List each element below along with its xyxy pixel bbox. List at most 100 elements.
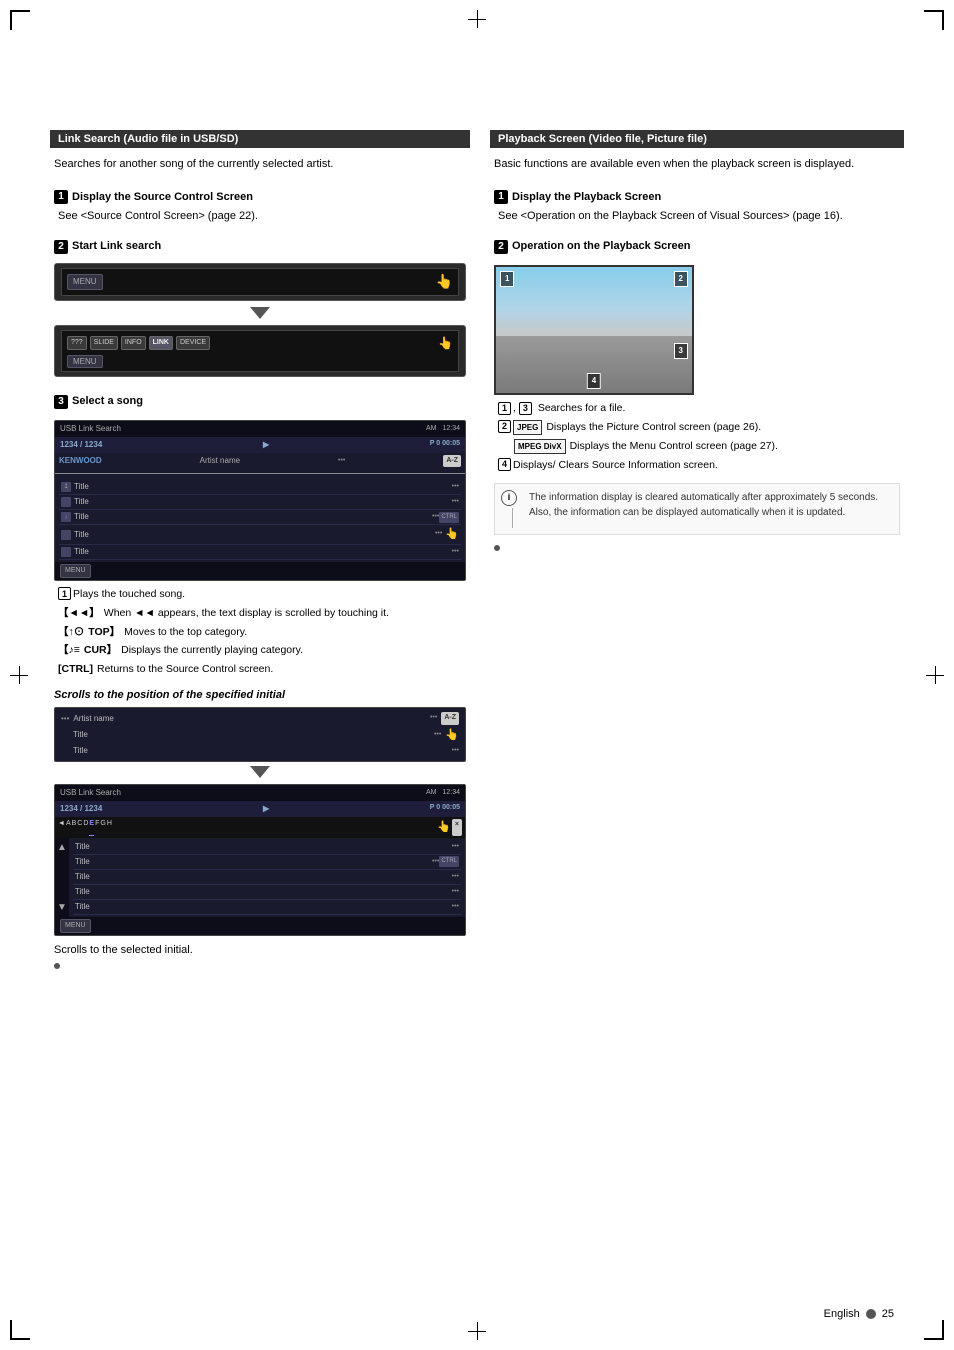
left-step2: 2 Start Link search [54, 238, 161, 255]
usb-list-item: 1 Title ••• [59, 480, 461, 495]
alphabet-row: ◄ A B C D E F G H 👆 × [55, 817, 465, 838]
alpha-item-4: Title [75, 886, 452, 898]
small-title-1: Title [61, 729, 430, 741]
usb-kenwood-logo: KENWOOD [59, 455, 102, 467]
alpha-d[interactable]: D [83, 819, 88, 836]
alpha-c[interactable]: C [77, 819, 82, 836]
btn-device[interactable]: DEVICE [176, 336, 210, 351]
crosshair-bottom [468, 1322, 486, 1340]
usb-artist-row: KENWOOD Artist name ••• A-Z [55, 453, 465, 470]
menu-screen-mockup-2: ??? SLIDE INFO LINK DEVICE 👆 MENU [54, 325, 466, 378]
usb-list-item: Title ••• [59, 545, 461, 560]
sky-area [496, 267, 692, 336]
right-step2-num: 2 [494, 240, 508, 254]
bullet-label-top: TOP】 [88, 625, 120, 640]
info-note: i The information display is cleared aut… [494, 483, 900, 535]
left-intro: Searches for another song of the current… [54, 156, 466, 173]
pb-bullet-mpeg: MPEG DivX Displays the Menu Control scre… [498, 439, 900, 454]
item-label-1: Title [74, 481, 452, 493]
alpha-list-item: Title ••• [73, 840, 461, 855]
alpha-dots-5: ••• [452, 902, 459, 913]
alpha-item-3: Title [75, 871, 452, 883]
usb-list-item: Title ••• 👆 [59, 525, 461, 545]
pb-text-mpeg: Displays the Menu Control screen (page 2… [570, 439, 778, 454]
left-step3: 3 Select a song [54, 393, 143, 410]
page-footer: English 25 [824, 1308, 894, 1320]
scrolls-caption: Scrolls to the selected initial. [54, 942, 466, 959]
small-dots-2: ••• [452, 746, 459, 757]
pb-badge-3: 3 [674, 343, 688, 359]
usb-progress: P 0 00:05 [430, 439, 460, 451]
small-artist-dots: ••• [61, 713, 69, 725]
small-screen-1: ••• Artist name ••• A-Z Title ••• 👆 Titl… [54, 707, 466, 762]
btn-slide[interactable]: SLIDE [90, 336, 118, 351]
small-dots-1: ••• [434, 730, 441, 741]
usb-alpha-am: AM [426, 788, 437, 799]
alpha-f[interactable]: F [95, 819, 99, 836]
scrolls-heading: Scrolls to the position of the specified… [54, 687, 466, 704]
right-section-body: Basic functions are available even when … [490, 156, 904, 551]
usb-alpha-title: USB Link Search [60, 787, 121, 799]
usb-am-badge: AM [426, 424, 437, 435]
alpha-h[interactable]: H [107, 819, 112, 836]
right-intro: Basic functions are available even when … [494, 156, 900, 173]
pb-text-1: Searches for a file. [538, 401, 626, 416]
usb-bottom-bar: MENU [55, 562, 465, 581]
crosshair-left [10, 666, 28, 684]
usb-alpha-title-bar: 1234 / 1234 ▶ P 0 00:05 [55, 801, 465, 817]
small-artist-label: Artist name [73, 713, 426, 725]
bullet-icon-top: 【↑⊙ [58, 625, 84, 640]
usb-separator [55, 473, 465, 474]
alpha-dots-2: ••• [432, 857, 439, 868]
pb-text-4: Displays/ Clears Source Information scre… [513, 458, 718, 473]
usb-menu-btn[interactable]: MENU [60, 564, 91, 579]
small-az-badge: A-Z [441, 712, 459, 725]
alpha-e[interactable]: E [89, 819, 94, 836]
info-note-inner: i The information display is cleared aut… [501, 490, 893, 528]
arrow-down-1 [250, 307, 270, 319]
btn-link[interactable]: LINK [149, 336, 173, 351]
alpha-b[interactable]: B [72, 819, 77, 836]
pb-bullet-4: 4 Displays/ Clears Source Information sc… [498, 458, 900, 473]
main-content: Link Search (Audio file in USB/SD) Searc… [50, 130, 904, 969]
btn-info[interactable]: INFO [121, 336, 146, 351]
item-icon-4 [61, 530, 71, 540]
item-icon-5 [61, 547, 71, 557]
right-step1-sub: See <Operation on the Playback Screen of… [498, 209, 900, 224]
menu-screen-inner-2: ??? SLIDE INFO LINK DEVICE 👆 MENU [61, 330, 459, 373]
step3-label: Select a song [72, 393, 143, 410]
playback-bullet-list: 1, 3 Searches for a file. 2 JPEG Display… [494, 401, 900, 473]
info-line [512, 508, 513, 528]
alpha-menu-btn[interactable]: MENU [60, 919, 91, 934]
right-step2-label: Operation on the Playback Screen [512, 238, 691, 255]
alpha-list-item: Title ••• [73, 885, 461, 900]
alpha-list-item: Title ••• CTRL [73, 855, 461, 870]
alpha-up-btn[interactable]: ▲ [57, 840, 67, 855]
page-number: 25 [882, 1308, 894, 1320]
alpha-down-btn[interactable]: ▼ [57, 900, 67, 915]
touch-hand-3: 👆 [445, 526, 459, 543]
step2-label: Start Link search [72, 238, 161, 255]
bullet-text-3: Moves to the top category. [124, 625, 247, 640]
btn-qqq[interactable]: ??? [67, 336, 87, 351]
pb-circle-2: 2 [498, 420, 511, 433]
language-label: English [824, 1308, 860, 1320]
step1-label: Display the Source Control Screen [72, 189, 253, 206]
touch-hand-icon-1: 👆 [436, 271, 453, 292]
alpha-az: × [452, 819, 462, 836]
alpha-a[interactable]: A [66, 819, 71, 836]
pb-circle-1: 1 [498, 402, 511, 415]
bullet-text-5: Returns to the Source Control screen. [97, 662, 273, 677]
crosshair-top [468, 10, 486, 28]
alpha-dots-3: ••• [452, 872, 459, 883]
item-dots-3: ••• [432, 512, 439, 523]
menu-screen-mockup-1: MENU 👆 [54, 263, 466, 301]
right-step1-label: Display the Playback Screen [512, 189, 661, 206]
alpha-prev[interactable]: ◄ [58, 819, 65, 836]
step1-num: 1 [54, 190, 68, 204]
pb-num-13: 1, 3 [498, 401, 534, 416]
alpha-item-1: Title [75, 841, 452, 853]
page-container: Link Search (Audio file in USB/SD) Searc… [0, 0, 954, 1350]
bullet-plays: 1 Plays the touched song. [58, 587, 466, 602]
alpha-g[interactable]: G [100, 819, 105, 836]
